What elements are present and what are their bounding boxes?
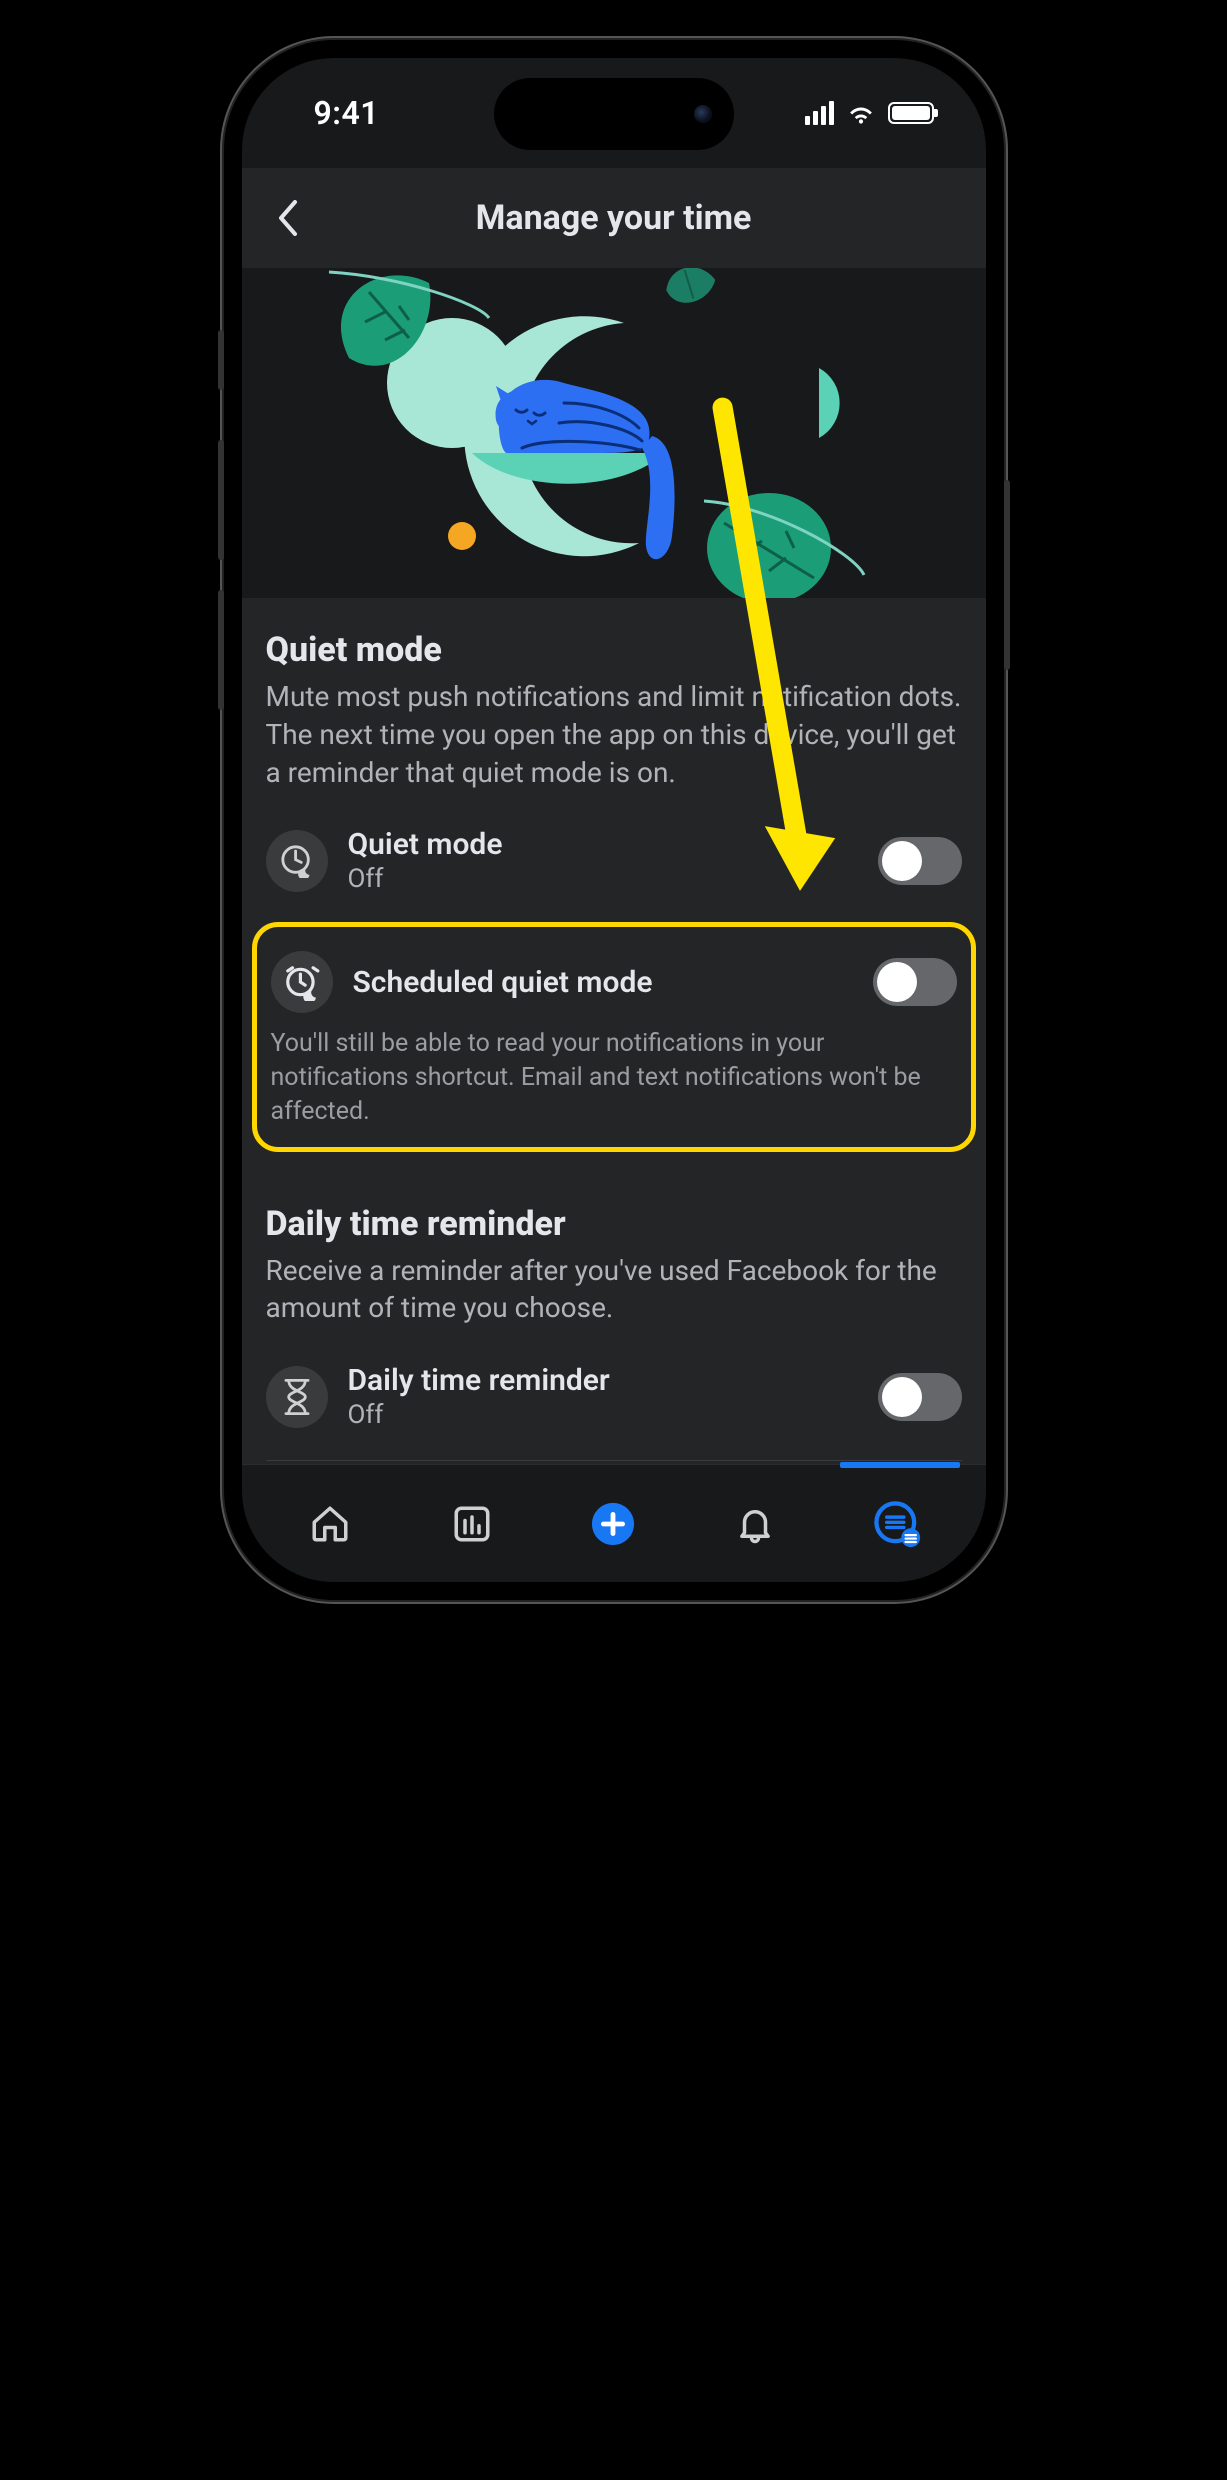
front-camera-icon bbox=[694, 105, 712, 123]
page-title: Manage your time bbox=[262, 198, 966, 238]
back-button[interactable] bbox=[266, 196, 310, 240]
feeds-icon bbox=[451, 1503, 493, 1545]
scheduled-toggle[interactable] bbox=[873, 958, 957, 1006]
quiet-mode-toggle[interactable] bbox=[878, 837, 962, 885]
home-icon bbox=[309, 1503, 351, 1545]
scheduled-label: Scheduled quiet mode bbox=[353, 965, 853, 1000]
bottom-tab-bar bbox=[242, 1464, 986, 1582]
home-tab[interactable] bbox=[305, 1499, 355, 1549]
bell-icon bbox=[734, 1503, 776, 1545]
moon-clock-icon bbox=[266, 830, 328, 892]
scheduled-quiet-mode-row[interactable]: Scheduled quiet mode bbox=[271, 941, 957, 1027]
chevron-left-icon bbox=[277, 200, 299, 236]
side-button bbox=[1004, 480, 1010, 670]
hero-illustration bbox=[242, 268, 986, 598]
daily-title: Daily time reminder bbox=[266, 1204, 962, 1244]
daily-toggle[interactable] bbox=[878, 1373, 962, 1421]
alarm-clock-moon-icon bbox=[271, 951, 333, 1013]
quiet-mode-status: Off bbox=[348, 864, 858, 894]
quiet-mode-label: Quiet mode bbox=[348, 827, 858, 862]
cellular-icon bbox=[805, 101, 834, 125]
screen: 9:41 Manage your time bbox=[242, 58, 986, 1582]
daily-reminder-row[interactable]: Daily time reminder Off bbox=[266, 1343, 962, 1450]
hourglass-icon bbox=[266, 1366, 328, 1428]
side-button bbox=[218, 590, 224, 710]
status-icons bbox=[805, 101, 934, 125]
plus-circle-icon bbox=[590, 1501, 636, 1547]
scheduled-quiet-mode-highlight: Scheduled quiet mode You'll still be abl… bbox=[252, 922, 976, 1151]
content: Quiet mode Mute most push notifications … bbox=[242, 268, 986, 1464]
daily-reminder-section: Daily time reminder Receive a reminder a… bbox=[266, 1152, 962, 1464]
quiet-mode-text: Quiet mode Off bbox=[348, 827, 858, 894]
scheduled-text: Scheduled quiet mode bbox=[353, 965, 853, 1000]
nav-header: Manage your time bbox=[242, 168, 986, 268]
battery-icon bbox=[888, 102, 934, 124]
daily-label: Daily time reminder bbox=[348, 1363, 858, 1398]
cat-moon-illustration bbox=[242, 268, 986, 598]
quiet-mode-title: Quiet mode bbox=[266, 630, 962, 670]
wifi-icon bbox=[846, 101, 876, 125]
feeds-tab[interactable] bbox=[447, 1499, 497, 1549]
active-tab-indicator bbox=[840, 1462, 960, 1468]
quiet-mode-row[interactable]: Quiet mode Off bbox=[266, 807, 962, 914]
scheduled-note: You'll still be able to read your notifi… bbox=[271, 1027, 957, 1128]
create-tab[interactable] bbox=[588, 1499, 638, 1549]
dynamic-island bbox=[494, 78, 734, 150]
quiet-mode-description: Mute most push notifications and limit n… bbox=[266, 678, 962, 791]
daily-text: Daily time reminder Off bbox=[348, 1363, 858, 1430]
side-button bbox=[218, 330, 224, 390]
notifications-tab[interactable] bbox=[730, 1499, 780, 1549]
side-button bbox=[218, 440, 224, 560]
daily-description: Receive a reminder after you've used Fac… bbox=[266, 1252, 962, 1328]
phone-frame: 9:41 Manage your time bbox=[224, 40, 1004, 1600]
menu-tab[interactable] bbox=[872, 1499, 922, 1549]
status-time: 9:41 bbox=[314, 94, 380, 132]
daily-status: Off bbox=[348, 1400, 858, 1430]
menu-profile-icon bbox=[873, 1500, 921, 1548]
quiet-mode-section: Quiet mode Mute most push notifications … bbox=[242, 598, 986, 1464]
